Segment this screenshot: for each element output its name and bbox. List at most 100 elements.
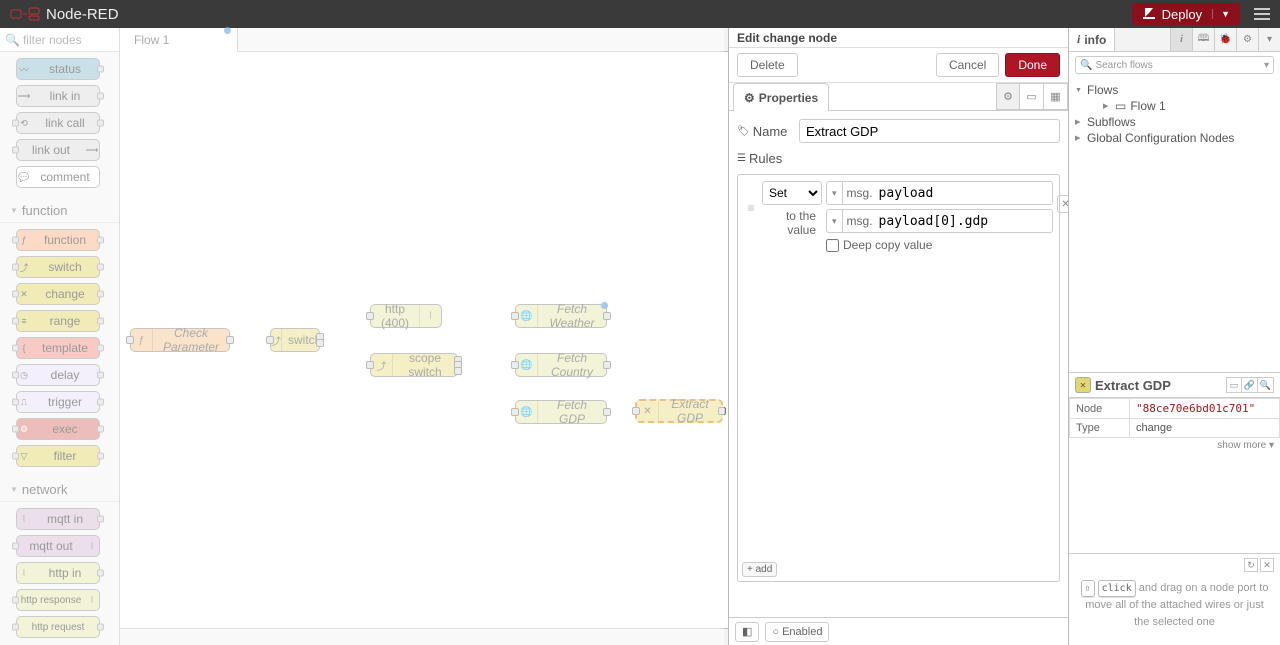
rule-source-input[interactable]: ▾ msg. <box>826 209 1053 233</box>
sidebar-info-icon[interactable]: i <box>1170 28 1192 51</box>
palette-node-comment[interactable]: 💬comment <box>16 166 100 188</box>
palette-category-network[interactable]: ▼network <box>0 478 119 502</box>
deep-copy-label: Deep copy value <box>843 238 932 252</box>
type-dropdown-icon[interactable]: ▾ <box>827 210 843 232</box>
sidebar-debug-icon[interactable]: 🐞 <box>1214 28 1236 51</box>
flow-node-fetch-country[interactable]: 🌐Fetch Country <box>515 353 607 377</box>
tag-icon: 🏷 <box>737 126 750 137</box>
tab-flow-1[interactable]: Flow 1 <box>120 28 238 52</box>
sidebar-menu-icon[interactable]: ▾ <box>1258 28 1280 51</box>
app-logo: Node-RED <box>10 6 119 23</box>
palette-node-status[interactable]: 〰status <box>16 58 100 80</box>
sidebar-help-icon[interactable]: 🕮 <box>1192 28 1214 51</box>
change-node-icon: ✕ <box>1075 377 1091 393</box>
tab-changed-indicator <box>224 27 231 34</box>
palette-node-http-request[interactable]: http request <box>16 616 100 638</box>
tray-title: Edit change node <box>729 28 1068 48</box>
flow-node-fetch-gdp[interactable]: 🌐Fetch GDP <box>515 400 607 424</box>
toggle-enabled-icon-button[interactable]: ◧ <box>735 622 759 642</box>
tree-flow-1[interactable]: ▶▭Flow 1 <box>1075 98 1274 114</box>
flow-node-scope-switch[interactable]: ⤴scope switch <box>370 353 458 377</box>
close-tip-button[interactable]: ✕ <box>1260 558 1274 572</box>
rule-drag-handle[interactable]: ≡ <box>744 181 758 215</box>
enabled-toggle[interactable]: ○Enabled <box>765 622 829 642</box>
flow-wires <box>120 52 420 202</box>
tab-info[interactable]: i info <box>1069 28 1115 51</box>
palette-node-link-out[interactable]: link out⟶ <box>16 139 100 161</box>
node-type-value: change <box>1130 419 1280 438</box>
name-label: Name <box>753 124 788 139</box>
delete-button[interactable]: Delete <box>737 53 798 77</box>
flow-node-check-parameter[interactable]: ƒCheck Parameter <box>130 328 230 352</box>
info-sidebar: i info i 🕮 🐞 ⚙ ▾ 🔍 Search flows ▾ ▼Flows… <box>1068 28 1280 645</box>
tree-flows[interactable]: ▼Flows <box>1075 82 1274 98</box>
cancel-button[interactable]: Cancel <box>936 53 999 77</box>
palette-node-mqtt-out[interactable]: mqtt out⦚ <box>16 535 100 557</box>
deploy-icon <box>1142 8 1156 20</box>
palette-node-template[interactable]: {template <box>16 337 100 359</box>
palette-category-function[interactable]: ▼function <box>0 199 119 223</box>
palette-node-mqtt-in[interactable]: ⦚mqtt in <box>16 508 100 530</box>
gear-icon: ⚙ <box>744 91 755 105</box>
node-settings-icon[interactable]: ⚙ <box>996 83 1020 110</box>
node-description-icon[interactable]: ▦ <box>1044 83 1068 110</box>
palette-node-link-in[interactable]: ⟶link in <box>16 85 100 107</box>
help-tip-text: ⇧ click and drag on a node port to move … <box>1075 572 1274 638</box>
palette-node-filter[interactable]: ▽filter <box>16 445 100 467</box>
flow-icon: ▭ <box>1115 99 1126 113</box>
nodered-logo-icon <box>10 7 40 21</box>
flow-node-extract-gdp[interactable]: ✕Extract GDP <box>635 399 723 423</box>
selected-node-title: Extract GDP <box>1095 378 1171 393</box>
find-node-button[interactable]: 🔍 <box>1258 377 1274 393</box>
sidebar-search[interactable]: 🔍 Search flows ▾ <box>1075 56 1274 74</box>
properties-tab[interactable]: ⚙ Properties <box>733 83 829 111</box>
edit-tray: Edit change node Delete Cancel Done ⚙ Pr… <box>728 28 1068 645</box>
app-header: Node-RED Deploy ▼ <box>0 0 1280 28</box>
flow-node-fetch-weather[interactable]: 🌐Fetch Weather <box>515 304 607 328</box>
palette-node-http-response[interactable]: http response⦚ <box>16 589 100 611</box>
chevron-down-icon[interactable]: ▾ <box>1264 60 1269 71</box>
refresh-tip-button[interactable]: ↻ <box>1244 558 1258 572</box>
done-button[interactable]: Done <box>1005 53 1060 77</box>
rule-delete-button[interactable]: ✕ <box>1057 195 1068 213</box>
palette-node-change[interactable]: ✕change <box>16 283 100 305</box>
palette-filter[interactable]: 🔍 <box>0 28 119 52</box>
palette-node-delay[interactable]: ◷delay <box>16 364 100 386</box>
palette-node-link-call[interactable]: ⟲link call <box>16 112 100 134</box>
help-tip-panel: ↻ ✕ ⇧ click and drag on a node port to m… <box>1069 553 1280 645</box>
node-id-value[interactable]: "88ce70e6bd01c701" <box>1130 399 1280 419</box>
node-info-table: Node"88ce70e6bd01c701" Typechange <box>1069 398 1280 438</box>
palette-node-range[interactable]: ≡range <box>16 310 100 332</box>
deploy-menu-arrow[interactable]: ▼ <box>1212 9 1230 19</box>
palette-node-switch[interactable]: ⤴switch <box>16 256 100 278</box>
node-palette: 🔍 〰status ⟶link in ⟲link call link out⟶ … <box>0 28 120 645</box>
palette-filter-input[interactable] <box>23 33 113 47</box>
copy-node-info-button[interactable]: ▭ <box>1226 377 1242 393</box>
main-menu-icon[interactable] <box>1254 8 1270 20</box>
node-appearance-icon[interactable]: ▭ <box>1020 83 1044 110</box>
palette-node-function[interactable]: ƒfunction <box>16 229 100 251</box>
rules-container: ≡ Set to the value ▾ msg. <box>737 174 1060 582</box>
type-dropdown-icon[interactable]: ▾ <box>827 182 843 204</box>
show-more-link[interactable]: show more ▾ <box>1069 438 1280 453</box>
kbd-shift-icon: ⇧ <box>1081 580 1095 597</box>
palette-node-trigger[interactable]: ⎍trigger <box>16 391 100 413</box>
selected-node-header: ✕ Extract GDP ▭ 🔗 🔍 <box>1069 372 1280 398</box>
info-icon: i <box>1077 32 1080 47</box>
tree-global-config[interactable]: ▶Global Configuration Nodes <box>1075 130 1274 146</box>
deploy-button[interactable]: Deploy ▼ <box>1132 3 1240 25</box>
rule-target-input[interactable]: ▾ msg. <box>826 181 1053 205</box>
add-rule-button[interactable]: + add <box>742 562 777 577</box>
name-input[interactable] <box>799 119 1060 143</box>
palette-node-http-in[interactable]: ⦚http in <box>16 562 100 584</box>
link-node-button[interactable]: 🔗 <box>1242 377 1258 393</box>
flow-node-switch[interactable]: ⤴switch <box>270 328 320 352</box>
palette-node-exec[interactable]: ⚙exec <box>16 418 100 440</box>
sidebar-config-icon[interactable]: ⚙ <box>1236 28 1258 51</box>
rule-op-select[interactable]: Set <box>762 181 822 205</box>
tree-subflows[interactable]: ▶Subflows <box>1075 114 1274 130</box>
rule-row: ≡ Set to the value ▾ msg. <box>738 175 1059 258</box>
deep-copy-checkbox[interactable] <box>826 239 839 252</box>
flow-node-http-400[interactable]: http (400)⦚ <box>370 304 442 328</box>
search-icon: 🔍 <box>1080 60 1092 71</box>
